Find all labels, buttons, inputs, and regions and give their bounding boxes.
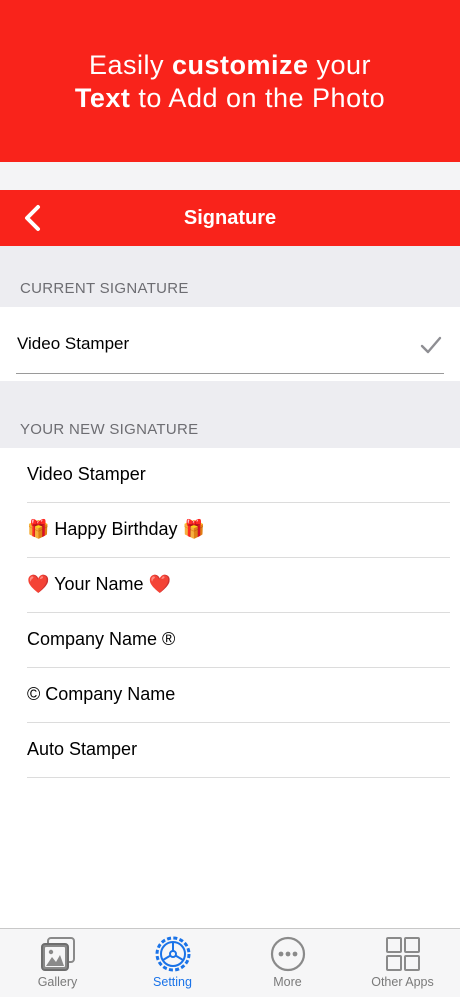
tab-more[interactable]: More — [230, 929, 345, 997]
list-item-label: Video Stamper — [27, 464, 146, 484]
promo-text: Easily — [88, 50, 172, 80]
promo-text: to Add on the Photo — [130, 83, 386, 113]
more-icon — [270, 936, 306, 972]
current-signature-header: CURRENT SIGNATURE — [0, 246, 460, 307]
tab-label: Gallery — [37, 975, 78, 989]
tab-bar: Gallery Setting More Other Apps — [0, 928, 460, 997]
gallery-icon — [41, 937, 75, 971]
navigation-bar: Signature — [0, 190, 460, 246]
promo-banner: Easily customize your Text to Add on the… — [0, 0, 460, 162]
tab-other-apps[interactable]: Other Apps — [345, 929, 460, 997]
tab-gallery[interactable]: Gallery — [0, 929, 115, 997]
tab-setting[interactable]: Setting — [115, 929, 230, 997]
current-signature-section: Video Stamper — [0, 307, 460, 381]
grid-icon — [386, 937, 420, 971]
new-signature-list: Video Stamper 🎁 Happy Birthday 🎁 ❤️ Your… — [0, 448, 460, 778]
tab-label: Other Apps — [371, 975, 434, 989]
gear-icon — [155, 936, 191, 972]
spacer — [0, 162, 460, 190]
list-item-label: Company Name ® — [27, 629, 176, 649]
tab-label: More — [273, 975, 302, 989]
section-header-label: CURRENT SIGNATURE — [20, 280, 189, 297]
list-item[interactable]: Company Name ® — [27, 613, 450, 668]
checkmark-icon — [420, 336, 442, 354]
list-item[interactable]: 🎁 Happy Birthday 🎁 — [27, 503, 450, 558]
page-title: Signature — [183, 207, 277, 229]
current-signature-field[interactable]: Video Stamper — [16, 319, 444, 374]
back-button[interactable] — [18, 202, 48, 234]
current-signature-value: Video Stamper — [17, 334, 130, 353]
tab-label: Setting — [153, 975, 192, 989]
list-item-label: ❤️ Your Name ❤️ — [27, 574, 171, 594]
promo-line-2: Text to Add on the Photo — [0, 83, 460, 114]
list-item-label: © Company Name — [27, 684, 176, 704]
promo-bold-text: Text — [74, 83, 131, 113]
promo-bold-text: customize — [171, 50, 309, 80]
list-item-label: 🎁 Happy Birthday 🎁 — [27, 519, 205, 539]
list-item[interactable]: Auto Stamper — [27, 723, 450, 778]
list-item[interactable]: ❤️ Your Name ❤️ — [27, 558, 450, 613]
promo-text: your — [308, 50, 372, 80]
list-item[interactable]: Video Stamper — [27, 448, 450, 503]
new-signature-header: YOUR NEW SIGNATURE — [0, 381, 460, 448]
list-item[interactable]: © Company Name — [27, 668, 450, 723]
list-item-label: Auto Stamper — [27, 739, 138, 759]
section-header-label: YOUR NEW SIGNATURE — [20, 421, 199, 438]
promo-line-1: Easily customize your — [0, 50, 460, 81]
chevron-left-icon — [25, 205, 40, 231]
